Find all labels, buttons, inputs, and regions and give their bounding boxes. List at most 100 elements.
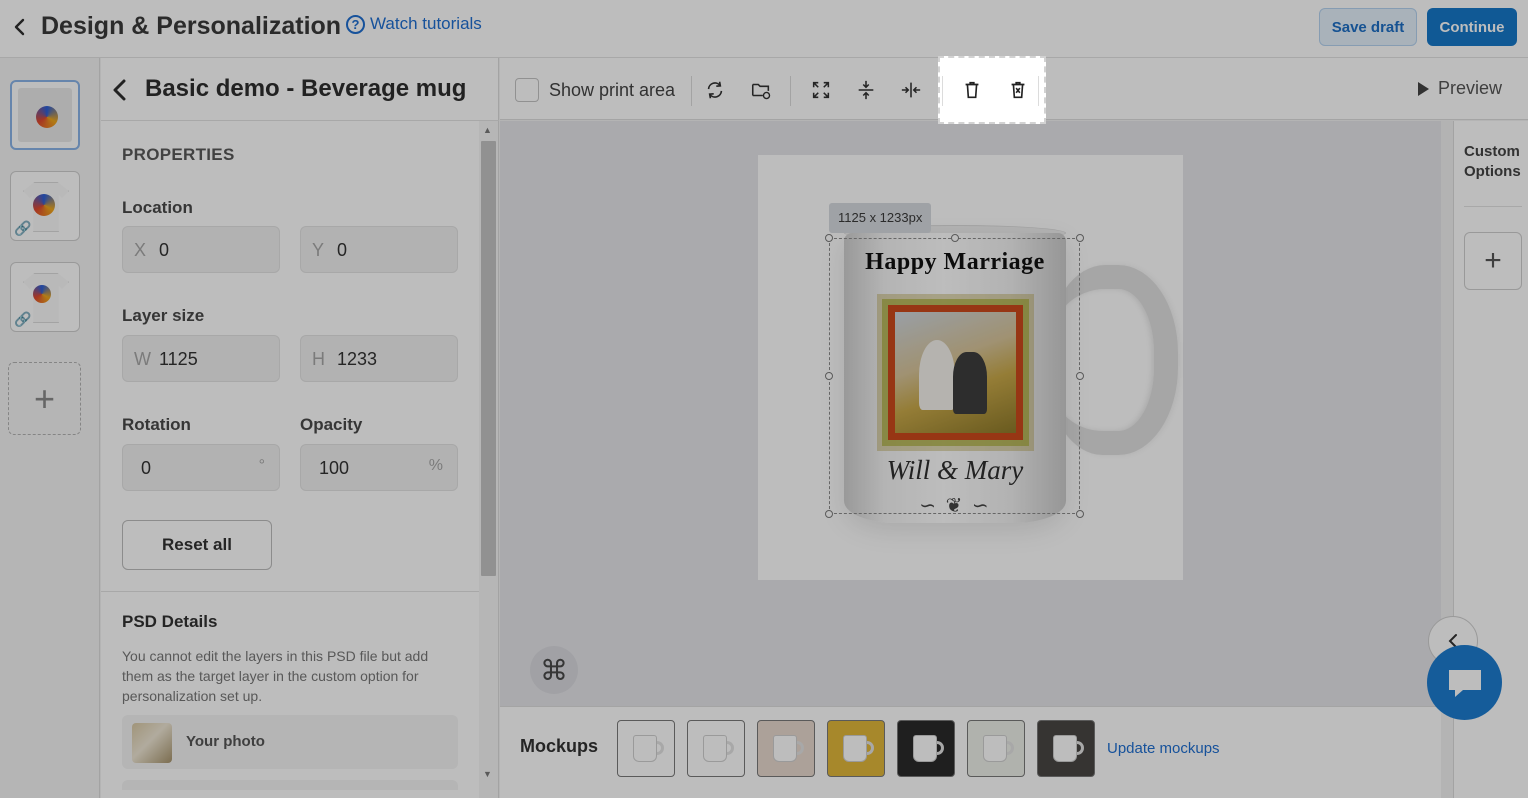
mockup-mug-shape [843,735,867,762]
resize-handle-top-left[interactable] [825,234,833,242]
mockups-bar: Mockups Update mockups [500,706,1441,798]
mockup-thumbnail[interactable] [827,720,885,777]
add-product-button[interactable]: + [8,362,81,435]
h-prefix: H [312,349,325,369]
custom-options-title: Custom Options [1464,142,1521,182]
panel-scrollbar[interactable]: ▲ ▼ [479,121,498,798]
update-mockups-link[interactable]: Update mockups [1107,740,1220,757]
artboard[interactable]: Happy Marriage Will & Mary ∽ ❦ ∽ 1125 x … [758,155,1183,580]
opacity-value: 100 [319,458,350,478]
product-thumbnail-mug[interactable] [10,80,80,150]
rotation-input[interactable]: 0 ° [122,444,280,491]
show-print-area-checkbox[interactable] [515,78,539,102]
shortcuts-button[interactable]: ⌘ [530,646,578,694]
x-prefix: X [134,240,147,260]
watch-tutorials-link[interactable]: ? Watch tutorials [346,14,482,34]
reset-all-button[interactable]: Reset all [122,520,272,570]
mockup-mug-shape [913,735,937,762]
align-vertical-center-icon [858,80,874,100]
layer-name: Your photo [186,733,265,750]
mockup-thumbnail[interactable] [617,720,675,777]
highlighted-delete-tools [938,56,1046,124]
resize-handle-bottom-left[interactable] [825,510,833,518]
show-print-area-toggle[interactable]: Show print area [515,78,675,102]
help-icon: ? [346,14,365,34]
replace-folder-icon [751,83,771,100]
watch-tutorials-label: Watch tutorials [370,14,482,33]
resize-handle-top-right[interactable] [1076,234,1084,242]
y-prefix: Y [312,240,325,260]
layer-selection-box[interactable] [825,234,1084,518]
delete-layer-button[interactable] [955,73,989,107]
opacity-input[interactable]: 100 % [300,444,458,491]
mockup-thumbnail[interactable] [967,720,1025,777]
preview-button[interactable]: Preview [1418,78,1502,99]
delete-all-icon [1011,81,1025,99]
design-canvas[interactable]: Happy Marriage Will & Mary ∽ ❦ ∽ 1125 x … [500,121,1441,706]
layer-width-input[interactable]: W 1125 [122,335,280,382]
panel-back-button[interactable] [107,76,131,104]
layer-height-input[interactable]: H 1233 [300,335,458,382]
link-icon: 🔗 [13,218,33,238]
opacity-label: Opacity [300,415,363,434]
design-swirl-icon [33,194,55,216]
mockup-thumbnail[interactable] [757,720,815,777]
layer-thumbnail [132,723,172,763]
mockups-label: Mockups [520,736,599,756]
resize-handle-bottom-right[interactable] [1076,510,1084,518]
location-label: Location [122,198,193,217]
align-horizontal-center-icon [901,82,921,98]
plus-icon: + [1484,244,1502,277]
resize-handle-right[interactable] [1076,372,1084,380]
fit-to-area-button[interactable] [804,73,838,107]
align-vertical-center-button[interactable] [849,73,883,107]
layer-width-value: 1125 [159,349,198,369]
product-thumbnail-tshirt-front[interactable]: 🔗 [10,171,80,241]
scrollbar-thumb[interactable] [481,141,496,576]
scroll-up-icon[interactable]: ▲ [483,125,492,135]
chat-icon [1448,669,1481,697]
custom-options-divider [1464,206,1522,207]
w-prefix: W [134,349,151,369]
refresh-icon [707,81,723,99]
product-thumbnail-tshirt-back[interactable]: 🔗 [10,262,80,332]
properties-heading: PROPERTIES [122,145,235,164]
chat-support-button[interactable] [1427,645,1502,720]
rotation-label: Rotation [122,415,191,434]
properties-panel: Basic demo - Beverage mug PROPERTIES Loc… [101,58,499,798]
mockup-thumbnail[interactable] [897,720,955,777]
back-button[interactable] [8,14,30,40]
psd-details-description: You cannot edit the layers in this PSD f… [122,648,429,704]
toolbar-divider [691,76,692,106]
fit-icon [812,81,830,99]
plus-icon: + [33,377,56,419]
mockup-thumbnail[interactable] [1037,720,1095,777]
mockup-mug-shape [1053,735,1077,762]
layer-height-value: 1233 [337,349,378,369]
psd-layer-item[interactable]: Your photo [122,715,458,769]
align-horizontal-center-button[interactable] [894,73,928,107]
toolbar-divider [790,76,791,106]
add-custom-option-button[interactable]: + [1464,232,1522,290]
replace-image-button[interactable] [744,73,778,107]
psd-layer-item[interactable] [122,780,458,790]
mockup-thumbnail[interactable] [687,720,745,777]
panel-header: Basic demo - Beverage mug [101,58,499,121]
save-draft-button[interactable]: Save draft [1319,8,1417,46]
mockup-mug-shape [703,735,727,762]
design-swirl-icon [36,106,58,128]
delete-all-layers-button[interactable] [1001,73,1035,107]
location-x-input[interactable]: X 0 [122,226,280,273]
percent-unit: % [428,457,443,474]
preview-label: Preview [1438,78,1503,98]
refresh-button[interactable] [698,73,732,107]
scroll-down-icon[interactable]: ▼ [483,769,492,779]
resize-handle-top[interactable] [951,234,959,242]
continue-button[interactable]: Continue [1427,8,1517,46]
location-y-input[interactable]: Y 0 [300,226,458,273]
psd-details-heading: PSD Details [122,612,218,631]
resize-handle-left[interactable] [825,372,833,380]
product-name: Basic demo - Beverage mug [145,75,467,102]
chevron-left-icon [113,79,126,101]
delete-icon [965,81,979,99]
